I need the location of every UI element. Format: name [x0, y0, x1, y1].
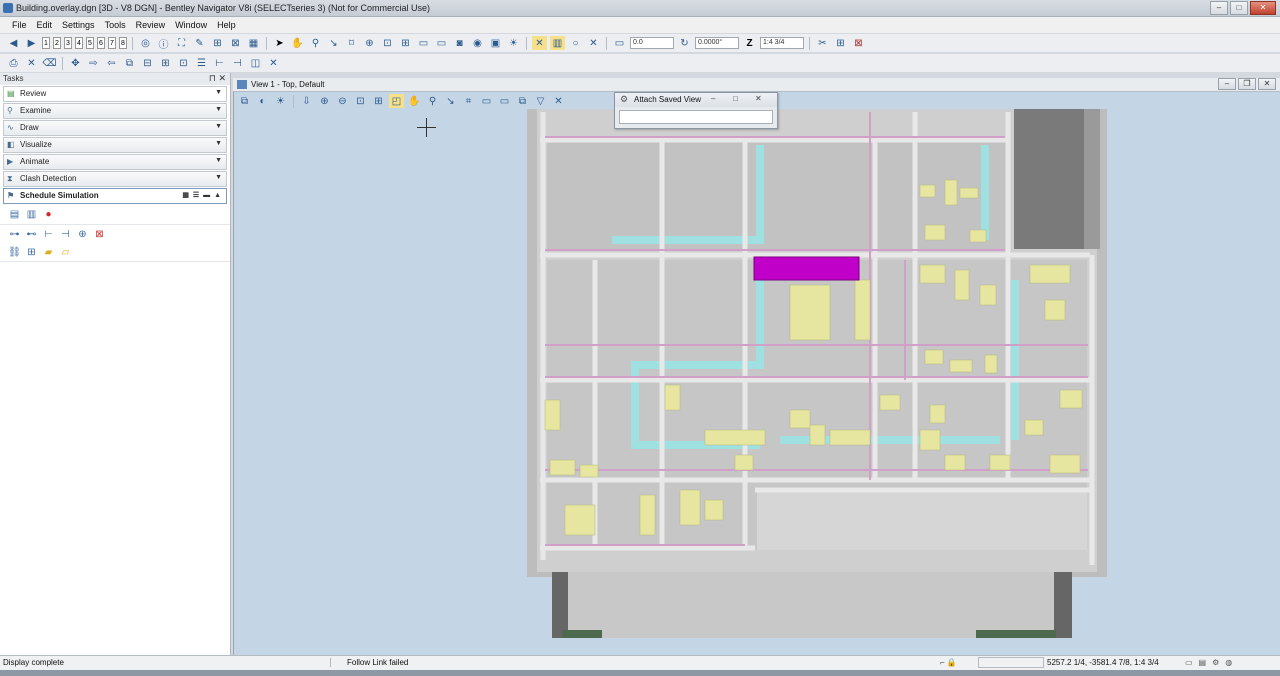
gear-icon[interactable]: ⚙ [620, 94, 628, 105]
status-message: Display complete [3, 658, 64, 667]
foundation [552, 572, 1072, 638]
cursor-crosshair [417, 118, 436, 137]
highlighted-element[interactable] [753, 256, 860, 281]
status-bar: Display complete Follow Link failed ⌐ 🔒 … [0, 655, 1280, 670]
dialog-maximize-button[interactable]: □ [733, 94, 738, 103]
footing [562, 630, 602, 638]
left-column [552, 572, 568, 638]
right-column [1054, 572, 1072, 638]
status-link: Follow Link failed [330, 658, 408, 667]
attach-saved-view-dialog[interactable]: ⚙ Attach Saved View – □ ✕ [614, 92, 778, 129]
shaft-wall [1084, 109, 1100, 249]
taskbar-edge [0, 670, 1280, 676]
open-area [757, 490, 1087, 550]
footing [976, 630, 1056, 638]
status-field [978, 657, 1044, 668]
coordinates-readout: 5257.2 1/4, -3581.4 7/8, 1:4 3/4 [1047, 658, 1159, 667]
lock-icon[interactable]: ⌐ 🔒 [940, 658, 957, 667]
shaft [1014, 109, 1084, 249]
dialog-close-button[interactable]: ✕ [755, 94, 762, 103]
status-icons[interactable]: ▭▤⚙◍ [1185, 658, 1238, 667]
saved-view-field[interactable] [619, 110, 773, 124]
dialog-title: Attach Saved View [634, 95, 702, 104]
dialog-header: ⚙ Attach Saved View – □ ✕ [615, 93, 777, 107]
dialog-minimize-button[interactable]: – [711, 94, 715, 103]
